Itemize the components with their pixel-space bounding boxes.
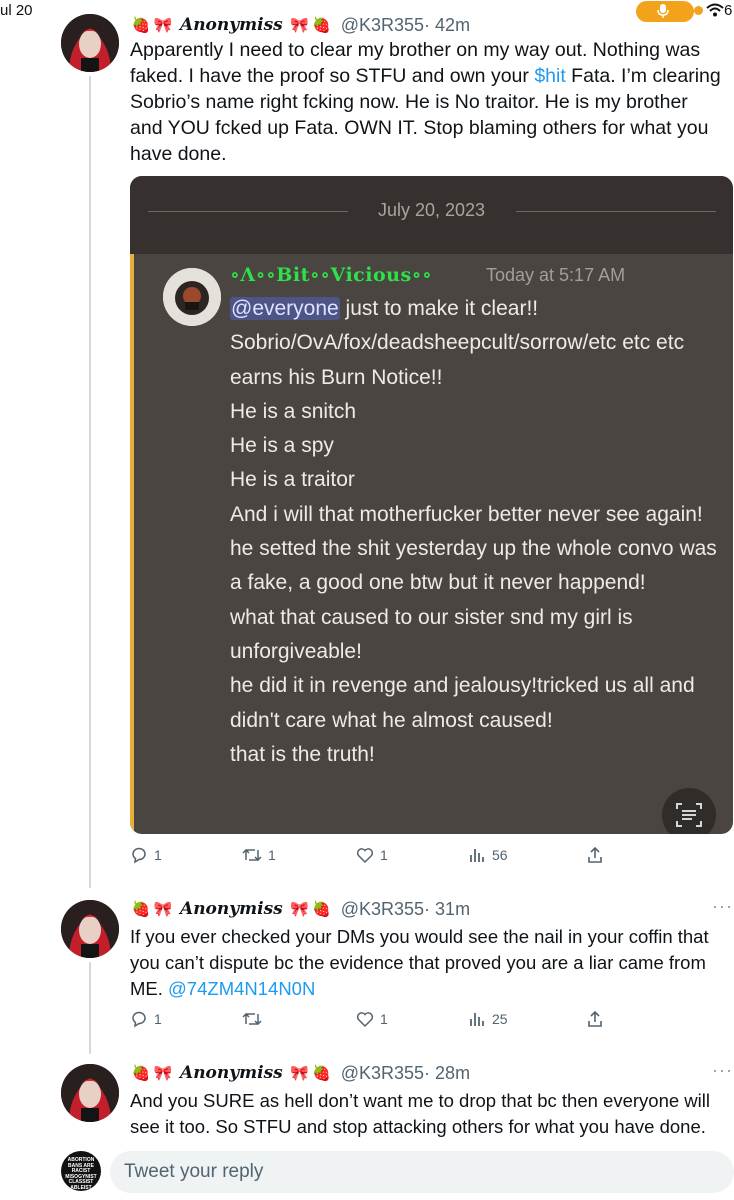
recording-dot: [694, 6, 703, 15]
date-divider: July 20, 2023: [377, 200, 486, 220]
strawberry-emoji: 🍓: [131, 1065, 151, 1082]
tweet-actions: 1 1 1 56: [130, 846, 610, 868]
tweet-header: 🍓 🎀 Anonymiss 🎀 🍓 @K3R355 · 31m: [130, 896, 470, 922]
message-line: He is a snitch: [230, 399, 357, 423]
cashtag-link[interactable]: $hit: [534, 65, 565, 87]
reply-icon: [132, 847, 146, 864]
tweet-text: And you SURE as hell don’t want me to dr…: [130, 1090, 710, 1137]
strawberry-emoji: 🍓: [131, 901, 151, 918]
user-handle[interactable]: @K3R355: [341, 1063, 424, 1084]
reply-button[interactable]: 1: [130, 846, 162, 864]
tweet-header: 🍓 🎀 Anonymiss 🎀 🍓 @K3R355 · 28m: [130, 1060, 470, 1086]
ribbon-emoji: 🎀: [290, 1065, 310, 1082]
reply-button[interactable]: 1: [130, 1010, 162, 1028]
thread-line: [89, 962, 91, 1054]
embedded-image[interactable]: July 20, 2023 ∘Λ∘∘Bit∘∘Vicious∘∘ Today a…: [130, 176, 733, 834]
like-icon: [356, 848, 374, 864]
highlight-bar: [130, 254, 134, 834]
tweet-header: 🍓 🎀 Anonymiss 🎀 🍓 @K3R355 · 42m: [130, 12, 470, 38]
scan-text-icon: [676, 803, 702, 827]
user-handle[interactable]: @K3R355: [341, 899, 424, 920]
reply-icon: [132, 1011, 146, 1028]
views-button[interactable]: 56: [468, 846, 508, 864]
discord-message: @everyone just to make it clear!! Sobrio…: [230, 292, 720, 772]
scan-text-button[interactable]: [662, 788, 716, 834]
strawberry-emoji: 🍓: [312, 17, 332, 34]
status-time: ul 20: [0, 2, 33, 19]
more-icon[interactable]: ···: [712, 896, 733, 917]
strawberry-emoji: 🍓: [131, 17, 151, 34]
tweet-time[interactable]: · 31m: [424, 899, 470, 920]
tweet-text: If you ever checked your DMs you would s…: [130, 926, 709, 999]
user-handle[interactable]: @K3R355: [341, 15, 424, 36]
mention-link[interactable]: @74ZM4N14N0N: [168, 978, 315, 999]
tweet-text: Apparently I need to clear my brother on…: [130, 39, 721, 165]
like-button[interactable]: 1: [356, 1010, 388, 1028]
message-line: He is a traitor: [230, 468, 355, 492]
avatar[interactable]: [61, 14, 119, 72]
like-button[interactable]: 1: [356, 846, 388, 864]
views-icon: [470, 1013, 484, 1026]
tweet-actions: 1 1 25: [130, 1010, 610, 1032]
date-divider-bar: July 20, 2023: [130, 176, 733, 254]
ribbon-emoji: 🎀: [153, 17, 173, 34]
retweet-icon: [242, 1012, 262, 1026]
tweet-time[interactable]: · 42m: [424, 15, 470, 36]
discord-timestamp: Today at 5:17 AM: [486, 265, 626, 285]
more-icon[interactable]: ···: [712, 1060, 733, 1081]
ribbon-emoji: 🎀: [290, 17, 310, 34]
thread-line: [89, 76, 91, 888]
share-icon: [588, 846, 602, 863]
message-line: And i will that motherfucker better neve…: [230, 502, 703, 526]
wifi-icon: [706, 3, 724, 17]
share-button[interactable]: [586, 1010, 610, 1028]
retweet-button[interactable]: 1: [242, 846, 276, 864]
reply-input[interactable]: Tweet your reply: [110, 1151, 734, 1193]
strawberry-emoji: 🍓: [312, 901, 332, 918]
display-name[interactable]: Anonymiss: [180, 15, 283, 35]
mention: @everyone: [230, 297, 340, 320]
message-line: what that caused to our sister snd my gi…: [230, 605, 633, 663]
avatar[interactable]: [61, 900, 119, 958]
share-button[interactable]: [586, 846, 610, 864]
avatar[interactable]: [61, 1064, 119, 1122]
views-icon: [470, 849, 484, 862]
ribbon-emoji: 🎀: [153, 1065, 173, 1082]
display-name[interactable]: Anonymiss: [180, 1063, 283, 1083]
tweet-time[interactable]: · 28m: [424, 1063, 470, 1084]
like-icon: [356, 1012, 374, 1028]
discord-username: ∘Λ∘∘Bit∘∘Vicious∘∘: [230, 264, 433, 286]
share-icon: [588, 1010, 602, 1027]
message-line: he did it in revenge and jealousy!tricke…: [230, 674, 695, 732]
retweet-icon: [242, 848, 262, 862]
retweet-button[interactable]: [242, 1010, 268, 1028]
current-user-avatar[interactable]: ABORTION BANS ARE RACIST MISOGYNIST CLAS…: [61, 1151, 101, 1191]
ribbon-emoji: 🎀: [290, 901, 310, 918]
discord-avatar: [163, 268, 221, 326]
message-line: he setted the shit yesterday up the whol…: [230, 537, 717, 595]
ribbon-emoji: 🎀: [153, 901, 173, 918]
views-button[interactable]: 25: [468, 1010, 508, 1028]
strawberry-emoji: 🍓: [312, 1065, 332, 1082]
mic-icon: [657, 4, 669, 18]
display-name[interactable]: Anonymiss: [180, 899, 283, 919]
message-line: He is a spy: [230, 434, 334, 458]
battery-level: 6: [724, 2, 733, 19]
message-line: that is the truth!: [230, 742, 375, 766]
message-line: Sobrio/OvA/fox/deadsheepcult/sorrow/etc …: [230, 331, 685, 389]
